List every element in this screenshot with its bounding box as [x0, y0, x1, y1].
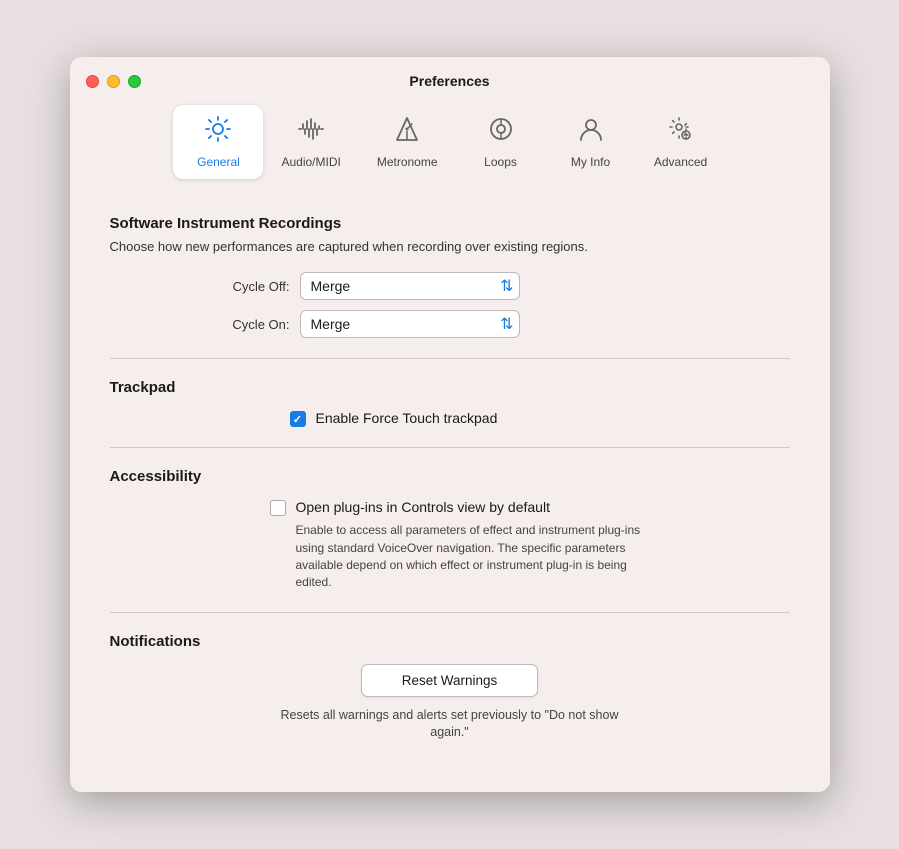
notifications-desc: Resets all warnings and alerts set previ…: [280, 707, 620, 742]
tab-loops-label: Loops: [484, 155, 517, 169]
minimize-button[interactable]: [107, 75, 120, 88]
traffic-lights: [86, 75, 141, 88]
cycle-on-label: Cycle On:: [190, 317, 290, 332]
force-touch-row[interactable]: Enable Force Touch trackpad: [290, 410, 790, 427]
window-title: Preferences: [409, 73, 489, 89]
gear-icon: [204, 115, 232, 150]
tab-general-label: General: [197, 155, 240, 169]
maximize-button[interactable]: [128, 75, 141, 88]
section-notifications: Notifications Reset Warnings Resets all …: [110, 633, 790, 742]
tab-my-info-label: My Info: [571, 155, 610, 169]
controls-view-desc: Enable to access all parameters of effec…: [296, 522, 656, 592]
title-bar: Preferences: [70, 57, 830, 97]
cycle-off-row: Cycle Off: Merge Replace Create Take Fol…: [190, 272, 790, 300]
cycle-on-select-wrapper: Merge Replace Create Take Folder ⇅: [300, 310, 520, 338]
person-icon: [577, 115, 605, 150]
loops-icon: [487, 115, 515, 150]
tab-audio-midi-label: Audio/MIDI: [281, 155, 340, 169]
tab-loops[interactable]: Loops: [456, 105, 546, 179]
tab-advanced[interactable]: Advanced: [636, 105, 726, 179]
tab-general[interactable]: General: [173, 105, 263, 179]
reset-warnings-row: Reset Warnings: [110, 664, 790, 697]
tab-audio-midi[interactable]: Audio/MIDI: [263, 105, 358, 179]
section-trackpad: Trackpad Enable Force Touch trackpad: [110, 379, 790, 427]
cycle-on-select[interactable]: Merge Replace Create Take Folder: [300, 310, 520, 338]
metronome-icon: [393, 115, 421, 150]
cycle-on-row: Cycle On: Merge Replace Create Take Fold…: [190, 310, 790, 338]
cycle-off-label: Cycle Off:: [190, 279, 290, 294]
controls-view-row[interactable]: Open plug-ins in Controls view by defaul…: [270, 499, 790, 592]
section-accessibility-title: Accessibility: [110, 468, 790, 485]
tab-advanced-label: Advanced: [654, 155, 707, 169]
section-software-instrument: Software Instrument Recordings Choose ho…: [110, 215, 790, 338]
divider-1: [110, 358, 790, 359]
advanced-gear-icon: [667, 115, 695, 150]
section-software-instrument-title: Software Instrument Recordings: [110, 215, 790, 232]
controls-view-text-group: Open plug-ins in Controls view by defaul…: [296, 499, 656, 592]
reset-warnings-button[interactable]: Reset Warnings: [361, 664, 539, 697]
controls-view-checkbox[interactable]: [270, 500, 286, 516]
waveform-icon: [297, 115, 325, 150]
main-content: Software Instrument Recordings Choose ho…: [70, 195, 830, 792]
tab-my-info[interactable]: My Info: [546, 105, 636, 179]
section-trackpad-title: Trackpad: [110, 379, 790, 396]
tab-metronome-label: Metronome: [377, 155, 438, 169]
section-notifications-title: Notifications: [110, 633, 790, 650]
preferences-window: Preferences General Audio/MIDI: [70, 57, 830, 792]
divider-3: [110, 612, 790, 613]
cycle-off-select-wrapper: Merge Replace Create Take Folder ⇅: [300, 272, 520, 300]
section-software-instrument-desc: Choose how new performances are captured…: [110, 238, 790, 256]
controls-view-label: Open plug-ins in Controls view by defaul…: [296, 499, 550, 515]
tab-metronome[interactable]: Metronome: [359, 105, 456, 179]
close-button[interactable]: [86, 75, 99, 88]
toolbar: General Audio/MIDI Metronome: [70, 97, 830, 195]
divider-2: [110, 447, 790, 448]
section-accessibility: Accessibility Open plug-ins in Controls …: [110, 468, 790, 592]
force-touch-checkbox[interactable]: [290, 411, 306, 427]
cycle-off-select[interactable]: Merge Replace Create Take Folder: [300, 272, 520, 300]
force-touch-label: Enable Force Touch trackpad: [316, 410, 498, 426]
